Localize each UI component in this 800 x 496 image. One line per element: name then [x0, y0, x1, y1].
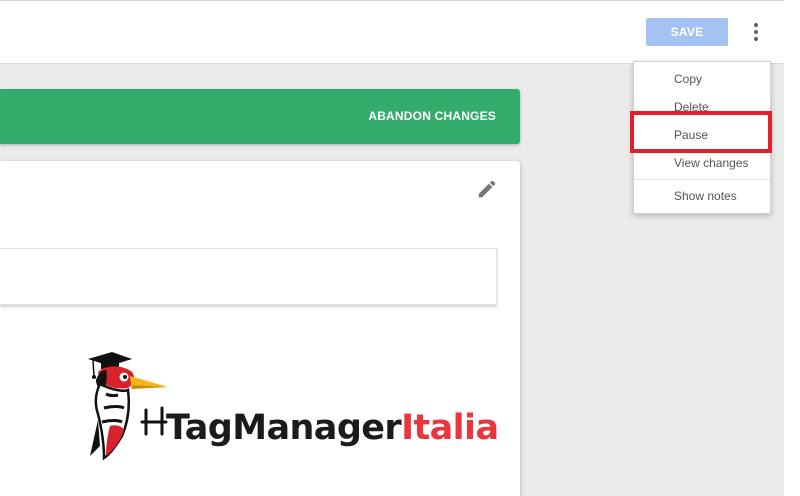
- menu-divider: [634, 179, 770, 180]
- pencil-icon[interactable]: [476, 178, 498, 200]
- changes-banner: ABANDON CHANGES: [0, 89, 520, 144]
- save-button[interactable]: SAVE: [646, 18, 728, 46]
- kebab-dot: [754, 37, 758, 41]
- menu-item-copy[interactable]: Copy: [634, 66, 770, 92]
- abandon-changes-button[interactable]: ABANDON CHANGES: [368, 89, 496, 144]
- tagmanageritalia-logo: TagManagerItalia: [84, 350, 504, 462]
- menu-item-show-notes[interactable]: Show notes: [634, 183, 770, 209]
- menu-item-pause[interactable]: Pause: [634, 122, 770, 148]
- kebab-dot: [754, 30, 758, 34]
- tag-configuration-field[interactable]: [0, 248, 497, 305]
- more-actions-menu: Copy Delete Pause View changes Show note…: [633, 61, 771, 214]
- logo-wordmark: TagManagerItalia: [166, 408, 498, 448]
- pencil-icon-svg: [478, 180, 496, 198]
- menu-item-delete[interactable]: Delete: [634, 94, 770, 120]
- logo-text-red: Italia: [401, 408, 498, 448]
- logo-text-dark: TagManager: [166, 408, 402, 448]
- more-vert-icon[interactable]: [746, 20, 766, 44]
- menu-item-view-changes[interactable]: View changes: [634, 150, 770, 176]
- scroll-edge: [784, 0, 800, 496]
- kebab-dot: [754, 23, 758, 27]
- woodpecker-logo-graphic: TagManagerItalia: [88, 352, 499, 461]
